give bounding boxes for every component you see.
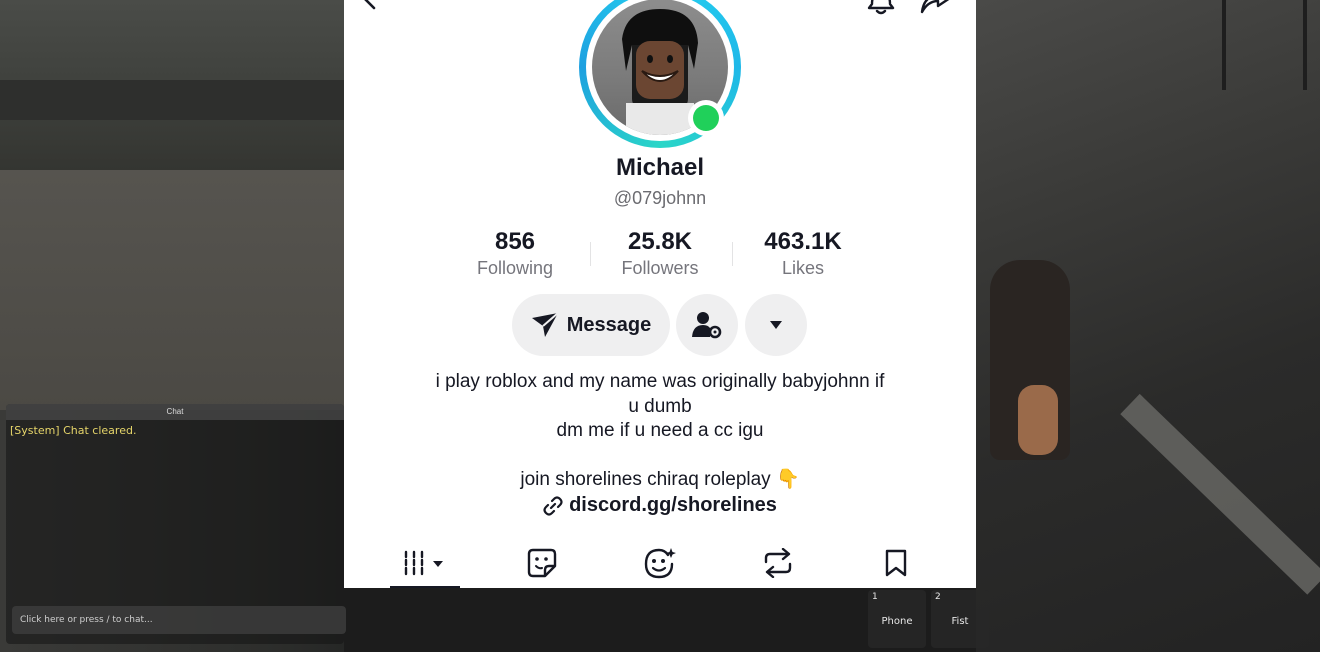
online-status-icon (688, 100, 724, 136)
send-icon (531, 312, 559, 337)
bio-line: i play roblox and my name was originally… (435, 371, 885, 392)
bookmark-icon (885, 549, 907, 577)
profile-name: Michael (615, 154, 705, 181)
message-button[interactable]: Message (512, 294, 670, 356)
more-options-button[interactable] (745, 294, 807, 356)
repost-icon (764, 548, 792, 578)
stat-label: Likes (781, 258, 825, 278)
stat-followers[interactable]: 25.8K Followers (590, 228, 730, 279)
game-chat-panel: Chat [System] Chat cleared. Click here o… (6, 404, 346, 644)
active-tab-indicator (390, 586, 460, 588)
game-pole (1303, 0, 1307, 90)
hotbar-slot-number: 1 (872, 592, 878, 602)
game-background-sidewalk (0, 170, 344, 410)
hotbar-slot-number: 2 (935, 592, 941, 602)
profile-bio: i play roblox and my name was originally… (344, 370, 976, 492)
profile-stats: 856 Following 25.8K Followers 463.1K Lik… (460, 228, 862, 282)
hotbar-slot-fist[interactable]: 2 Fist (931, 590, 989, 648)
bio-line: u dumb (628, 395, 692, 417)
chat-title: Chat (166, 407, 184, 416)
tab-liked[interactable] (620, 538, 700, 588)
share-icon[interactable] (918, 0, 954, 16)
stat-likes[interactable]: 463.1K Likes (733, 228, 873, 279)
stickers-icon (527, 548, 557, 578)
stat-value: 25.8K (627, 228, 693, 255)
link-icon (543, 495, 563, 516)
chat-message: [System] Chat cleared. (10, 424, 137, 437)
game-background-road (0, 80, 344, 120)
add-friend-button[interactable] (676, 294, 738, 356)
back-arrow-icon[interactable] (358, 0, 382, 10)
message-button-label: Message (566, 313, 652, 336)
tab-saved[interactable] (856, 538, 936, 588)
bio-line: join shorelines chiraq roleplay 👇 (520, 468, 800, 490)
profile-tabs (344, 538, 976, 588)
tab-videos[interactable] (386, 538, 466, 588)
chat-header[interactable]: Chat (6, 404, 344, 420)
hotbar-slot-label: Phone (881, 616, 913, 627)
profile-link[interactable]: discord.gg/shorelines (344, 494, 976, 517)
bio-line: dm me if u need a cc igu (556, 420, 764, 441)
hotbar-slot-phone[interactable]: 1 Phone (868, 590, 926, 648)
stat-value: 463.1K (764, 228, 842, 255)
caret-down-icon (770, 321, 782, 329)
stat-value: 856 (494, 228, 536, 255)
game-character-hand (1018, 385, 1058, 455)
profile-card: Michael @079johnn 856 Following 25.8K Fo… (344, 0, 976, 588)
screen: Chat [System] Chat cleared. Click here o… (0, 0, 1320, 652)
videos-grid-icon (404, 550, 443, 576)
profile-handle: @079johnn (613, 188, 707, 208)
user-settings-icon (692, 312, 722, 339)
tab-stickers[interactable] (502, 538, 582, 588)
hotbar-slot-label: Fist (951, 616, 969, 627)
stat-label: Followers (621, 258, 699, 278)
tab-reposts[interactable] (738, 538, 818, 588)
liked-face-icon (644, 548, 676, 579)
game-pole (1222, 0, 1226, 90)
bell-icon[interactable] (866, 0, 896, 16)
stat-label: Following (476, 258, 554, 278)
chat-input[interactable]: Click here or press / to chat... (12, 606, 346, 634)
stat-following[interactable]: 856 Following (445, 228, 585, 279)
profile-link-text: discord.gg/shorelines (569, 494, 777, 516)
